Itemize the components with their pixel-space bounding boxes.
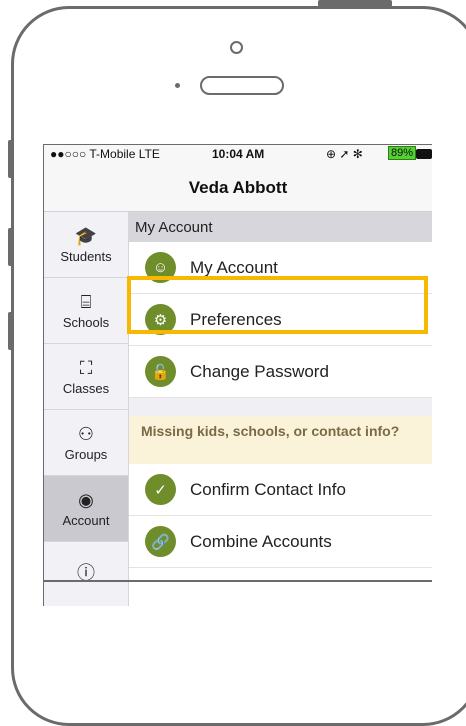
missing-info-notice: Missing kids, schools, or contact info? <box>129 416 432 464</box>
change-password-row[interactable]: 🔓 Change Password <box>129 346 432 398</box>
sidebar-item-schools[interactable]: ⌸ Schools <box>44 278 128 344</box>
section-title: My Account <box>135 218 213 236</box>
battery-icon <box>416 149 432 159</box>
lock-icon: 🔓 <box>145 356 176 387</box>
sidebar-item-account[interactable]: ◉ Account <box>44 476 128 542</box>
main-content: My Account ☺ My Account ⚙ Preferences 🔓 … <box>129 212 432 606</box>
page-title: Veda Abbott <box>188 178 288 197</box>
row-label: Confirm Contact Info <box>190 479 346 499</box>
battery-percentage: 89% <box>388 146 417 160</box>
sidebar-item-label: Groups <box>64 446 108 462</box>
earpiece-speaker <box>200 76 284 95</box>
power-button <box>318 0 392 7</box>
proximity-sensor <box>175 83 180 88</box>
combine-accounts-row[interactable]: 🔗 Combine Accounts <box>129 516 432 568</box>
row-label: Change Password <box>190 361 329 381</box>
checkmark-icon: ✓ <box>145 474 176 505</box>
sidebar-item-label: Students <box>60 248 112 264</box>
nav-bar: Veda Abbott <box>44 165 432 212</box>
front-camera <box>230 41 243 54</box>
sidebar-item-classes[interactable]: ⛶ Classes <box>44 344 128 410</box>
graduation-cap-icon: 🎓 <box>74 225 98 246</box>
people-group-icon: ⚇ <box>77 423 95 444</box>
row-label: Combine Accounts <box>190 531 332 551</box>
section-header: My Account <box>129 212 432 242</box>
user-circle-icon: ◉ <box>78 489 94 510</box>
section-gap <box>129 398 432 416</box>
school-board-icon: ⌸ <box>80 291 92 312</box>
sidebar: 🎓 Students ⌸ Schools ⛶ Classes ⚇ Groups … <box>44 212 129 606</box>
volume-down-button <box>8 312 14 350</box>
carrier-label: ●●○○○ T-Mobile LTE <box>50 147 160 161</box>
sidebar-item-groups[interactable]: ⚇ Groups <box>44 410 128 476</box>
sidebar-item-label: Account <box>62 512 110 528</box>
sidebar-item-info[interactable]: ⓘ <box>44 542 128 606</box>
clock: 10:04 AM <box>212 147 265 161</box>
phone-screen: ●●○○○ T-Mobile LTE 10:04 AM ⊕ ➚ ✻ 89% Ve… <box>43 144 432 606</box>
sidebar-item-students[interactable]: 🎓 Students <box>44 212 128 278</box>
classroom-icon: ⛶ <box>79 357 93 378</box>
sidebar-item-label: Classes <box>62 380 110 396</box>
frame-bottom-line <box>43 580 432 582</box>
mute-switch <box>8 140 14 178</box>
volume-up-button <box>8 228 14 266</box>
row-label: My Account <box>190 257 278 277</box>
link-icon: 🔗 <box>145 526 176 557</box>
sidebar-item-label: Schools <box>62 314 110 330</box>
status-icons: ⊕ ➚ ✻ <box>326 147 363 161</box>
notice-text: Missing kids, schools, or contact info? <box>141 423 400 439</box>
status-bar: ●●○○○ T-Mobile LTE 10:04 AM ⊕ ➚ ✻ 89% <box>44 145 432 165</box>
preferences-highlight-box <box>127 276 428 334</box>
confirm-contact-info-row[interactable]: ✓ Confirm Contact Info <box>129 464 432 516</box>
